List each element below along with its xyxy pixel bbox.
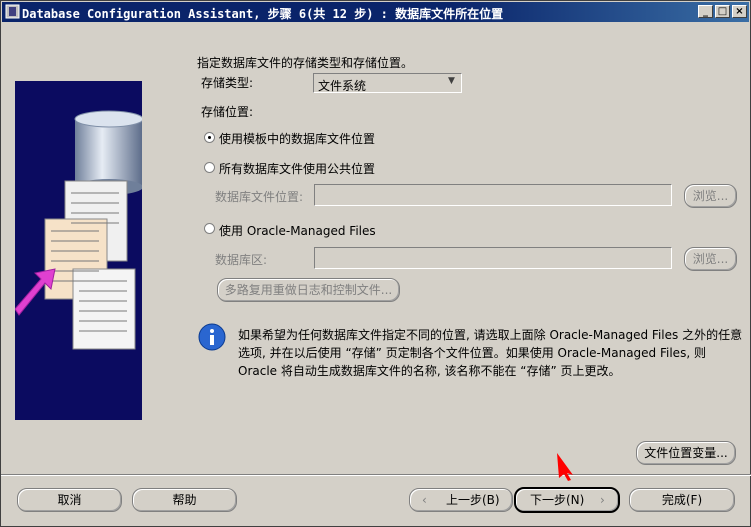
storage-type-select[interactable]: 文件系统 ▼ — [313, 73, 462, 93]
database-documents-image — [15, 81, 142, 420]
chevron-down-icon: ▼ — [448, 76, 455, 86]
info-line-2: 选项, 并在以后使用 “存储” 页定制各个文件位置。如果使用 Oracle-Ma… — [238, 346, 706, 360]
storage-type-value: 文件系统 — [318, 79, 367, 93]
chevron-left-icon: ‹ — [422, 493, 427, 507]
browse-button-db-area[interactable]: 浏览... — [684, 247, 737, 271]
option-template-label[interactable]: 使用模板中的数据库文件位置 — [219, 130, 375, 147]
browse-button-file-location[interactable]: 浏览... — [684, 184, 737, 208]
chevron-right-icon: › — [600, 493, 605, 507]
cancel-button[interactable]: 取消 — [17, 488, 122, 512]
finish-button[interactable]: 完成(F) — [629, 488, 735, 512]
file-location-variables-button[interactable]: 文件位置变量... — [636, 441, 736, 465]
radio-oracle-managed-files[interactable] — [204, 223, 215, 234]
mouse-pointer-icon — [557, 453, 573, 481]
app-icon — [5, 4, 20, 19]
db-file-location-label: 数据库文件位置: — [215, 190, 304, 204]
footer-separator — [1, 474, 751, 476]
back-button[interactable]: ‹ 上一步(B) — [409, 488, 513, 512]
help-button[interactable]: 帮助 — [132, 488, 237, 512]
radio-selected-dot — [208, 136, 211, 139]
info-icon — [198, 323, 226, 351]
minimize-button[interactable]: _ — [698, 5, 713, 18]
info-line-3: Oracle 将自动生成数据库文件的名称, 该名称不能在 “存储” 页上更改。 — [238, 364, 621, 378]
window-title: Database Configuration Assistant, 步骤 6(共… — [22, 7, 504, 21]
db-area-input[interactable] — [314, 247, 672, 269]
radio-template-location[interactable] — [204, 132, 215, 143]
info-line-1: 如果希望为任何数据库文件指定不同的位置, 请选取上面除 Oracle-Manag… — [238, 328, 743, 342]
option-common-label[interactable]: 所有数据库文件使用公共位置 — [219, 160, 375, 177]
db-file-location-input[interactable] — [314, 184, 672, 206]
back-button-label: 上一步(B) — [446, 493, 500, 507]
next-button[interactable]: 下一步(N) › — [514, 487, 620, 513]
option-omf-label[interactable]: 使用 Oracle-Managed Files — [219, 222, 376, 239]
dbca-window: Database Configuration Assistant, 步骤 6(共… — [0, 0, 751, 527]
title-bar[interactable]: Database Configuration Assistant, 步骤 6(共… — [2, 2, 749, 22]
maximize-button[interactable]: □ — [715, 5, 730, 18]
storage-location-label: 存储位置: — [201, 105, 254, 119]
wizard-illustration — [15, 81, 142, 420]
db-area-label: 数据库区: — [215, 253, 268, 267]
close-button[interactable]: × — [732, 5, 747, 18]
radio-common-location[interactable] — [204, 162, 215, 173]
next-button-label: 下一步(N) — [530, 493, 585, 507]
heading-text: 指定数据库文件的存储类型和存储位置。 — [197, 56, 414, 70]
storage-type-label: 存储类型: — [201, 76, 254, 90]
multiplex-redo-control-button[interactable]: 多路复用重做日志和控制文件... — [217, 278, 400, 302]
